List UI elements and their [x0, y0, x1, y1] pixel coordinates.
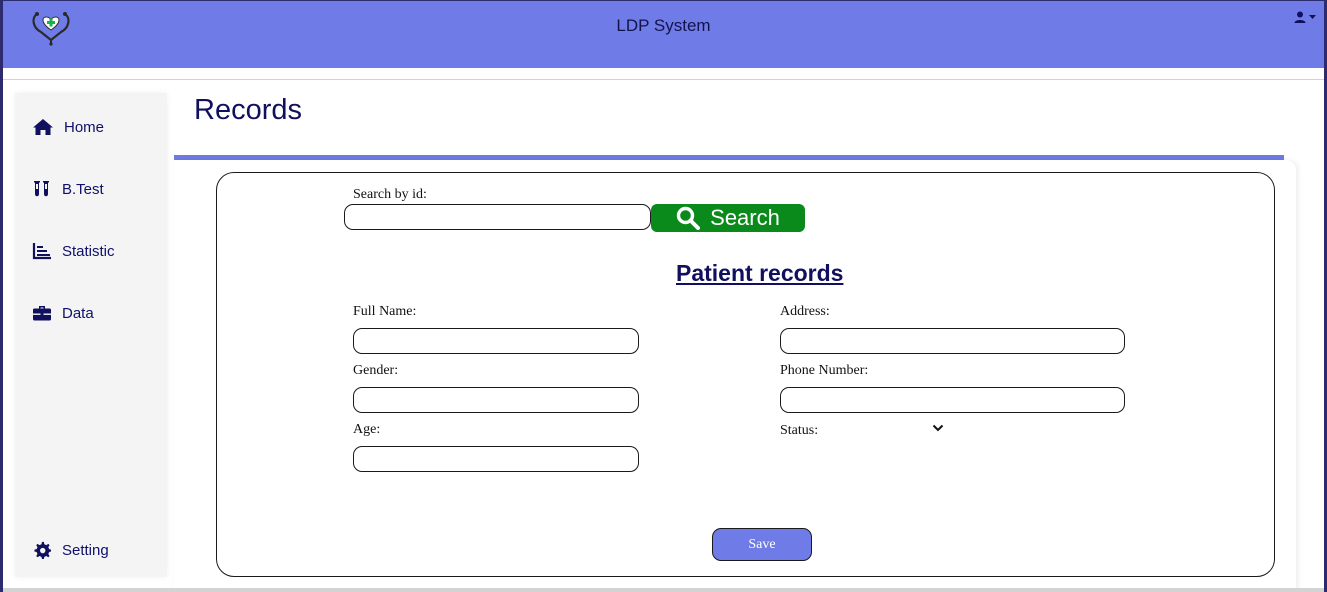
horizontal-scrollbar[interactable]: [3, 588, 1324, 592]
sidebar-item-data[interactable]: Data: [32, 304, 94, 322]
address-label: Address:: [780, 304, 830, 319]
age-field[interactable]: [353, 446, 639, 472]
sidebar-item-label: Home: [64, 118, 105, 136]
sidebar-item-label: Data: [62, 304, 94, 322]
full-name-field[interactable]: [353, 328, 639, 354]
app-title: LDP System: [616, 16, 711, 35]
status-select[interactable]: [930, 421, 946, 435]
search-button-label: Search: [710, 205, 780, 230]
page-title: Records: [194, 94, 302, 126]
sidebar-item-home[interactable]: Home: [32, 118, 104, 136]
header-divider: [3, 79, 1324, 80]
top-navbar: LDP System: [3, 1, 1324, 68]
bar-chart-icon: [32, 242, 52, 260]
chevron-down-icon: [930, 422, 946, 439]
sidebar-item-setting[interactable]: Setting: [32, 541, 109, 559]
home-icon: [32, 118, 54, 136]
test-tubes-icon: [32, 180, 52, 198]
phone-number-field[interactable]: [780, 387, 1125, 413]
gender-label: Gender:: [353, 363, 399, 378]
status-label: Status:: [780, 423, 819, 438]
sidebar: Home B.Test Statistic Data Setting: [15, 93, 167, 577]
briefcase-icon: [32, 304, 52, 322]
phone-number-label: Phone Number:: [780, 363, 869, 378]
search-input[interactable]: [344, 204, 651, 230]
sidebar-item-btest[interactable]: B.Test: [32, 180, 104, 198]
caret-down-icon: [1309, 14, 1316, 20]
section-title: Patient records: [676, 260, 844, 286]
full-name-label: Full Name:: [353, 304, 417, 319]
search-icon: [676, 206, 701, 230]
gear-icon: [32, 541, 52, 559]
sidebar-item-label: B.Test: [62, 180, 104, 198]
sidebar-item-statistic[interactable]: Statistic: [32, 242, 115, 260]
save-button[interactable]: Save: [712, 528, 812, 561]
gender-field[interactable]: [353, 387, 639, 413]
age-label: Age:: [353, 422, 381, 437]
sidebar-item-label: Setting: [62, 541, 109, 559]
search-button[interactable]: Search: [651, 204, 805, 232]
sidebar-item-label: Statistic: [62, 242, 115, 260]
user-menu[interactable]: [1294, 11, 1316, 23]
user-icon: [1294, 11, 1306, 23]
search-label: Search by id:: [353, 187, 427, 202]
address-field[interactable]: [780, 328, 1125, 354]
